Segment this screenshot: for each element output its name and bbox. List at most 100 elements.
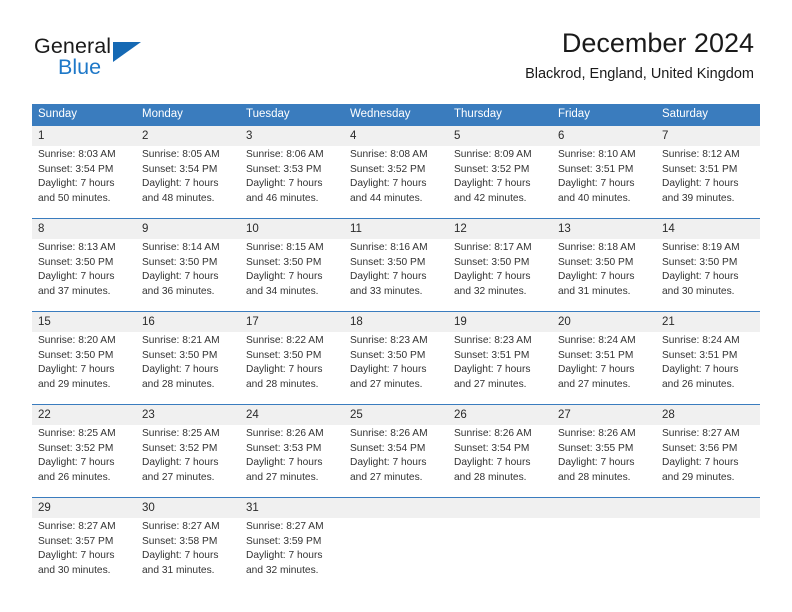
day-cell-12[interactable]: Sunrise: 8:17 AM Sunset: 3:50 PM Daylight:…: [448, 239, 552, 311]
day-detail-row: Sunrise: 8:13 AM Sunset: 3:50 PM Daylight:…: [32, 239, 760, 311]
daylight-text-line2: and 34 minutes.: [246, 285, 319, 297]
day-cell-28[interactable]: Sunrise: 8:27 AM Sunset: 3:56 PM Daylight:…: [656, 425, 760, 497]
sunrise-text: Sunrise: 8:10 AM: [558, 149, 636, 160]
daylight-text-line2: and 29 minutes.: [662, 471, 735, 483]
day-number-7[interactable]: 7: [656, 126, 760, 146]
daylight-text-line1: Daylight: 7 hours: [38, 457, 115, 469]
day-cell-27[interactable]: Sunrise: 8:26 AM Sunset: 3:55 PM Daylight:…: [552, 425, 656, 497]
day-number-11[interactable]: 11: [344, 219, 448, 239]
day-number-15[interactable]: 15: [32, 312, 136, 332]
day-number-10[interactable]: 10: [240, 219, 344, 239]
daylight-text-line2: and 28 minutes.: [142, 378, 215, 390]
daylight-text-line1: Daylight: 7 hours: [662, 271, 739, 283]
day-number-21[interactable]: 21: [656, 312, 760, 332]
daylight-text-line2: and 36 minutes.: [142, 285, 215, 297]
sunset-text: Sunset: 3:55 PM: [558, 442, 634, 454]
day-cell-empty: [552, 518, 656, 590]
sunset-text: Sunset: 3:58 PM: [142, 535, 218, 547]
day-cell-10[interactable]: Sunrise: 8:15 AM Sunset: 3:50 PM Daylight:…: [240, 239, 344, 311]
day-number-20[interactable]: 20: [552, 312, 656, 332]
day-number-28[interactable]: 28: [656, 405, 760, 425]
day-number-5[interactable]: 5: [448, 126, 552, 146]
day-number-19[interactable]: 19: [448, 312, 552, 332]
day-cell-5[interactable]: Sunrise: 8:09 AM Sunset: 3:52 PM Daylight:…: [448, 146, 552, 218]
day-number-12[interactable]: 12: [448, 219, 552, 239]
day-number-13[interactable]: 13: [552, 219, 656, 239]
daylight-text-line2: and 29 minutes.: [38, 378, 111, 390]
sunrise-text: Sunrise: 8:26 AM: [350, 428, 428, 439]
day-number-14[interactable]: 14: [656, 219, 760, 239]
sunrise-text: Sunrise: 8:27 AM: [142, 521, 220, 532]
day-cell-14[interactable]: Sunrise: 8:19 AM Sunset: 3:50 PM Daylight:…: [656, 239, 760, 311]
day-cell-19[interactable]: Sunrise: 8:23 AM Sunset: 3:51 PM Daylight:…: [448, 332, 552, 404]
daylight-text-line2: and 48 minutes.: [142, 192, 215, 204]
calendar-body: 1 2 3 4 5 6 7 Sunrise: 8:03 AM Sunset: 3:54 PM Da…: [32, 126, 760, 590]
day-cell-15[interactable]: Sunrise: 8:20 AM Sunset: 3:50 PM Daylight:…: [32, 332, 136, 404]
day-cell-18[interactable]: Sunrise: 8:23 AM Sunset: 3:50 PM Daylight:…: [344, 332, 448, 404]
day-cell-25[interactable]: Sunrise: 8:26 AM Sunset: 3:54 PM Daylight:…: [344, 425, 448, 497]
day-number-9[interactable]: 9: [136, 219, 240, 239]
day-cell-4[interactable]: Sunrise: 8:08 AM Sunset: 3:52 PM Daylight:…: [344, 146, 448, 218]
day-number-30[interactable]: 30: [136, 498, 240, 518]
sunrise-text: Sunrise: 8:14 AM: [142, 242, 220, 253]
brand-logo[interactable]: General Blue: [34, 35, 254, 86]
day-number-6[interactable]: 6: [552, 126, 656, 146]
day-cell-23[interactable]: Sunrise: 8:25 AM Sunset: 3:52 PM Daylight:…: [136, 425, 240, 497]
day-cell-11[interactable]: Sunrise: 8:16 AM Sunset: 3:50 PM Daylight:…: [344, 239, 448, 311]
daylight-text-line1: Daylight: 7 hours: [454, 364, 531, 376]
day-cell-6[interactable]: Sunrise: 8:10 AM Sunset: 3:51 PM Daylight:…: [552, 146, 656, 218]
day-cell-30[interactable]: Sunrise: 8:27 AM Sunset: 3:58 PM Daylight:…: [136, 518, 240, 590]
day-cell-26[interactable]: Sunrise: 8:26 AM Sunset: 3:54 PM Daylight:…: [448, 425, 552, 497]
day-number-4[interactable]: 4: [344, 126, 448, 146]
day-number-2[interactable]: 2: [136, 126, 240, 146]
day-cell-31[interactable]: Sunrise: 8:27 AM Sunset: 3:59 PM Daylight:…: [240, 518, 344, 590]
day-number-22[interactable]: 22: [32, 405, 136, 425]
sunrise-text: Sunrise: 8:13 AM: [38, 242, 116, 253]
day-number-23[interactable]: 23: [136, 405, 240, 425]
day-number-18[interactable]: 18: [344, 312, 448, 332]
daylight-text-line1: Daylight: 7 hours: [558, 364, 635, 376]
day-cell-29[interactable]: Sunrise: 8:27 AM Sunset: 3:57 PM Daylight:…: [32, 518, 136, 590]
day-cell-17[interactable]: Sunrise: 8:22 AM Sunset: 3:50 PM Daylight:…: [240, 332, 344, 404]
day-number-1[interactable]: 1: [32, 126, 136, 146]
brand-name-blue: Blue: [58, 55, 102, 79]
day-cell-2[interactable]: Sunrise: 8:05 AM Sunset: 3:54 PM Daylight:…: [136, 146, 240, 218]
daylight-text-line2: and 30 minutes.: [662, 285, 735, 297]
day-cell-1[interactable]: Sunrise: 8:03 AM Sunset: 3:54 PM Daylight:…: [32, 146, 136, 218]
day-cell-21[interactable]: Sunrise: 8:24 AM Sunset: 3:51 PM Daylight:…: [656, 332, 760, 404]
daylight-text-line2: and 26 minutes.: [38, 471, 111, 483]
day-number-row: 1234567: [32, 126, 760, 146]
day-cell-16[interactable]: Sunrise: 8:21 AM Sunset: 3:50 PM Daylight:…: [136, 332, 240, 404]
day-number-16[interactable]: 16: [136, 312, 240, 332]
day-number-26[interactable]: 26: [448, 405, 552, 425]
day-cell-8[interactable]: Sunrise: 8:13 AM Sunset: 3:50 PM Daylight:…: [32, 239, 136, 311]
daylight-text-line1: Daylight: 7 hours: [246, 271, 323, 283]
day-detail-row: Sunrise: 8:20 AM Sunset: 3:50 PM Daylight:…: [32, 332, 760, 404]
day-number-24[interactable]: 24: [240, 405, 344, 425]
day-number-29[interactable]: 29: [32, 498, 136, 518]
sunrise-text: Sunrise: 8:27 AM: [662, 428, 740, 439]
day-number-27[interactable]: 27: [552, 405, 656, 425]
day-number-31[interactable]: 31: [240, 498, 344, 518]
day-cell-13[interactable]: Sunrise: 8:18 AM Sunset: 3:50 PM Daylight:…: [552, 239, 656, 311]
sunset-text: Sunset: 3:50 PM: [142, 256, 218, 268]
day-cell-empty: [656, 518, 760, 590]
daylight-text-line2: and 33 minutes.: [350, 285, 423, 297]
day-header-friday: Friday: [558, 108, 590, 120]
day-cell-7[interactable]: Sunrise: 8:12 AM Sunset: 3:51 PM Daylight:…: [656, 146, 760, 218]
day-cell-20[interactable]: Sunrise: 8:24 AM Sunset: 3:51 PM Daylight:…: [552, 332, 656, 404]
day-detail-row: Sunrise: 8:27 AM Sunset: 3:57 PM Daylight:…: [32, 518, 760, 590]
daylight-text-line2: and 42 minutes.: [454, 192, 527, 204]
day-cell-9[interactable]: Sunrise: 8:14 AM Sunset: 3:50 PM Daylight:…: [136, 239, 240, 311]
day-number-17[interactable]: 17: [240, 312, 344, 332]
sunrise-text: Sunrise: 8:08 AM: [350, 149, 428, 160]
sunrise-text: Sunrise: 8:18 AM: [558, 242, 636, 253]
day-header-saturday: Saturday: [662, 108, 709, 120]
day-cell-22[interactable]: Sunrise: 8:25 AM Sunset: 3:52 PM Daylight:…: [32, 425, 136, 497]
sunset-text: Sunset: 3:53 PM: [246, 442, 322, 454]
day-cell-24[interactable]: Sunrise: 8:26 AM Sunset: 3:53 PM Daylight:…: [240, 425, 344, 497]
day-number-25[interactable]: 25: [344, 405, 448, 425]
day-number-8[interactable]: 8: [32, 219, 136, 239]
day-number-3[interactable]: 3: [240, 126, 344, 146]
day-cell-3[interactable]: Sunrise: 8:06 AM Sunset: 3:53 PM Daylight:…: [240, 146, 344, 218]
